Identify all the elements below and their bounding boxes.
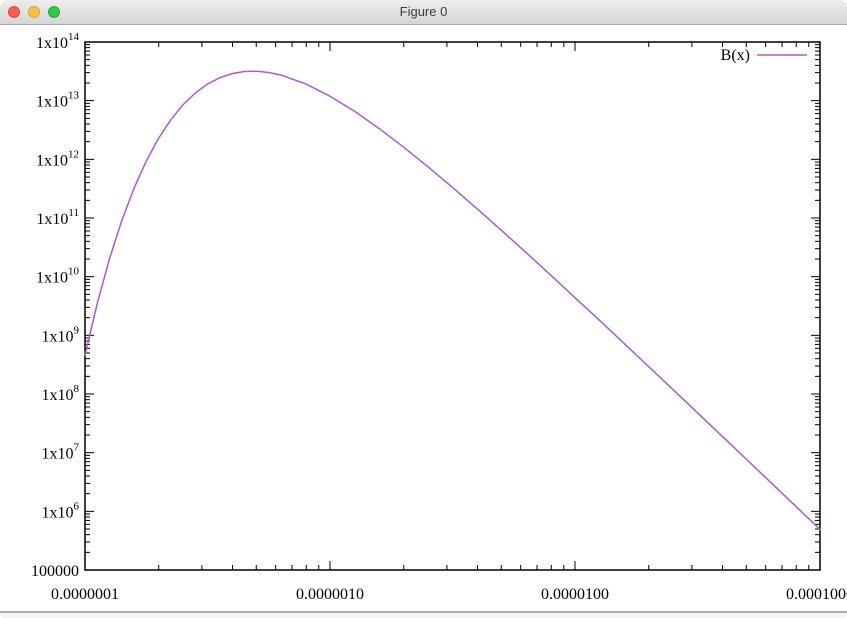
series-curve xyxy=(85,71,820,529)
figure-window: Figure 0 0.00000010.00000100.00001000.00… xyxy=(0,0,847,618)
window-bottom-pad xyxy=(0,613,847,618)
plot-canvas: 0.0000001 0.0000010 0.0000100 0.0001000 1000… xyxy=(0,24,847,612)
y-tick-label: 1x1014 xyxy=(36,31,80,52)
x-tick-label: 0.0000010 xyxy=(296,586,364,603)
y-tick-label: 1x1011 xyxy=(36,207,79,228)
plot-content: 0.0000001 0.0000010 0.0000100 0.0001000 1000… xyxy=(0,24,847,612)
plot-border xyxy=(85,42,820,570)
y-tick-label: 1x107 xyxy=(42,442,80,463)
x-tick-label: 0.0000100 xyxy=(541,586,609,603)
y-tick-label: 1x108 xyxy=(42,383,80,404)
window-title: Figure 0 xyxy=(0,0,847,24)
y-tick-label: 1x1010 xyxy=(36,266,80,287)
titlebar[interactable]: Figure 0 xyxy=(0,0,847,25)
y-tick-label: 1x106 xyxy=(42,500,80,521)
y-tick-label: 1x1012 xyxy=(36,148,79,169)
y-tick-label: 1x1013 xyxy=(36,90,80,111)
y-tick-label: 100000 xyxy=(31,563,79,580)
legend-label: B(x) xyxy=(721,47,750,64)
x-tick-label: 0.0001000 xyxy=(786,586,847,603)
x-tick-label: 0.0000001 xyxy=(51,586,119,603)
y-tick-label: 1x109 xyxy=(42,324,80,345)
